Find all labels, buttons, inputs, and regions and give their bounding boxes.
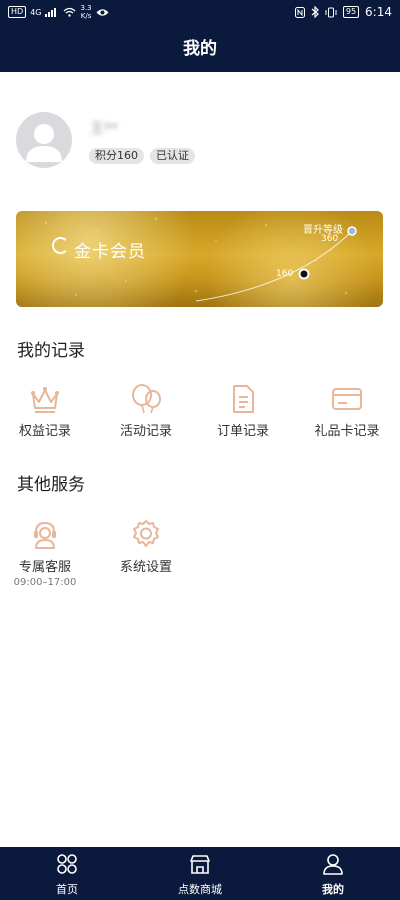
home-grid-icon	[57, 854, 77, 874]
status-bar: HD 4G 3.3 K/s 95 6:14	[0, 0, 400, 26]
card-logo-icon	[52, 237, 69, 254]
target-level-dot	[347, 226, 357, 236]
avatar[interactable]	[16, 112, 72, 168]
record-label-giftcard: 礼品卡记录	[314, 424, 380, 439]
services-section-title: 其他服务	[17, 475, 85, 495]
member-card[interactable]: 金卡会员 晋升等级 360 160	[16, 211, 383, 307]
battery-indicator: 95	[342, 6, 360, 18]
document-icon	[233, 385, 254, 413]
record-label-activity: 活动记录	[119, 424, 172, 439]
record-label-rights: 权益记录	[18, 424, 71, 439]
card-title: 金卡会员	[74, 242, 146, 262]
nav-bar: 我的	[0, 26, 400, 72]
eye-icon	[96, 8, 109, 16]
vibrate-icon	[325, 7, 337, 17]
bluetooth-icon	[311, 6, 319, 18]
service-label-support: 专属客服	[18, 560, 71, 575]
gear-icon	[133, 520, 159, 547]
net-speed: 3.3 K/s	[80, 4, 91, 20]
tab-mine-label: 我的	[322, 883, 344, 896]
crown-icon	[31, 387, 59, 413]
tab-store-label: 点数商城	[178, 883, 222, 896]
net-speed-value: 3.3	[80, 4, 92, 12]
user-name: 王**	[90, 121, 118, 137]
current-level-dot	[298, 268, 310, 280]
headset-icon	[34, 521, 56, 549]
status-right: 95 6:14	[294, 5, 392, 19]
store-icon	[190, 855, 210, 874]
page-title: 我的	[183, 39, 217, 59]
default-avatar-icon	[26, 124, 62, 162]
service-item-settings[interactable]: 系统设置	[101, 518, 191, 575]
record-item-rights[interactable]: 权益记录	[0, 384, 90, 439]
user-icon	[323, 854, 343, 875]
profile-tags: 积分160 已认证	[89, 148, 195, 164]
signal-text: 4G	[30, 7, 42, 17]
tab-store[interactable]: 点数商城	[160, 853, 240, 897]
tab-home-label: 首页	[56, 883, 78, 896]
current-points: 160	[276, 269, 294, 279]
network-chip: HD	[8, 6, 27, 18]
wifi-icon	[64, 7, 76, 17]
record-label-orders: 订单记录	[216, 424, 269, 439]
service-hours: 09:00–17:00	[13, 577, 77, 588]
bottom-tab-bar: 首页 点数商城 我的	[0, 847, 400, 900]
verified-badge: 已认证	[150, 148, 195, 164]
record-item-giftcard[interactable]: 礼品卡记录	[302, 384, 392, 439]
points-badge: 积分160	[89, 148, 144, 164]
tab-mine[interactable]: 我的	[293, 853, 373, 897]
nfc-icon	[294, 6, 305, 18]
profile-section[interactable]: 王** 积分160 已认证	[16, 112, 386, 172]
upgrade-points: 360	[321, 234, 339, 244]
service-item-support[interactable]: 专属客服 09:00–17:00	[0, 518, 90, 588]
balloons-icon	[132, 384, 161, 414]
record-item-activity[interactable]: 活动记录	[101, 384, 191, 439]
net-speed-unit: K/s	[80, 12, 92, 20]
clock: 6:14	[365, 5, 392, 19]
service-label-settings: 系统设置	[119, 560, 172, 575]
signal-bars-icon	[45, 8, 57, 17]
records-section-title: 我的记录	[17, 341, 85, 361]
status-left: HD 4G 3.3 K/s	[8, 4, 109, 20]
record-item-orders[interactable]: 订单记录	[198, 384, 288, 439]
tab-home[interactable]: 首页	[27, 853, 107, 897]
card-icon	[332, 388, 362, 410]
